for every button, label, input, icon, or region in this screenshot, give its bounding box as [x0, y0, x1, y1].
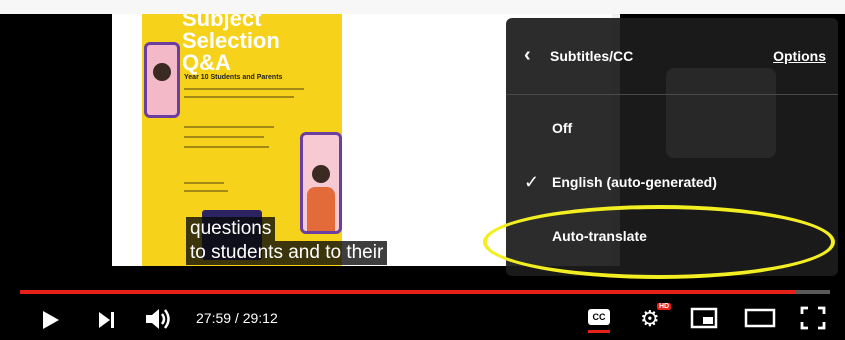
hd-badge: HD: [657, 303, 672, 310]
volume-icon[interactable]: [144, 306, 172, 332]
progress-bar[interactable]: [20, 290, 830, 294]
poster-text-line: [184, 182, 224, 184]
page-top-strip: [0, 0, 845, 14]
poster-text-line: [184, 88, 304, 90]
poster-text-line: [184, 126, 274, 128]
person-head: [153, 63, 171, 81]
poster-text-line: [184, 136, 264, 138]
menu-item-label: Off: [552, 120, 573, 136]
video-player[interactable]: Subject Selection Q&A Year 10 Students a…: [0, 0, 845, 340]
menu-header: ‹ Subtitles/CC Options: [506, 18, 838, 95]
poster-subtitle: Year 10 Students and Parents: [184, 74, 283, 81]
person-body: [307, 187, 335, 231]
menu-title[interactable]: Subtitles/CC: [550, 48, 633, 64]
menu-item-english-auto[interactable]: ✓ English (auto-generated): [506, 164, 838, 204]
miniplayer-icon[interactable]: [690, 307, 718, 329]
options-link[interactable]: Options: [773, 48, 826, 64]
phone-illustration: [300, 132, 342, 234]
poster-text-line: [184, 96, 294, 98]
poster-text-line: [184, 190, 228, 192]
person-head: [312, 165, 330, 183]
fullscreen-icon[interactable]: [800, 306, 826, 330]
gear-icon[interactable]: ⚙: [640, 306, 660, 332]
theater-mode-icon[interactable]: [744, 307, 776, 329]
time-display: 27:59 / 29:12: [196, 310, 278, 326]
play-icon[interactable]: [38, 308, 62, 332]
player-controls: 27:59 / 29:12 CC ⚙ HD: [0, 300, 845, 340]
caption-line: to students and to their: [186, 241, 388, 265]
skip-next-icon[interactable]: [96, 309, 118, 331]
check-icon: ✓: [524, 172, 540, 192]
menu-item-off[interactable]: Off: [506, 110, 838, 150]
caption-line: questions: [186, 217, 276, 241]
subtitles-icon[interactable]: CC: [588, 309, 610, 325]
highlight-annotation: [483, 205, 835, 279]
subtitles-active-indicator: [588, 330, 610, 333]
poster-title: Subject Selection Q&A: [182, 14, 280, 75]
poster-text-line: [184, 146, 269, 148]
phone-illustration: [144, 42, 180, 118]
menu-item-label: English (auto-generated): [552, 174, 717, 190]
progress-bar-fill: [20, 290, 796, 294]
chevron-left-icon[interactable]: ‹: [524, 44, 531, 67]
